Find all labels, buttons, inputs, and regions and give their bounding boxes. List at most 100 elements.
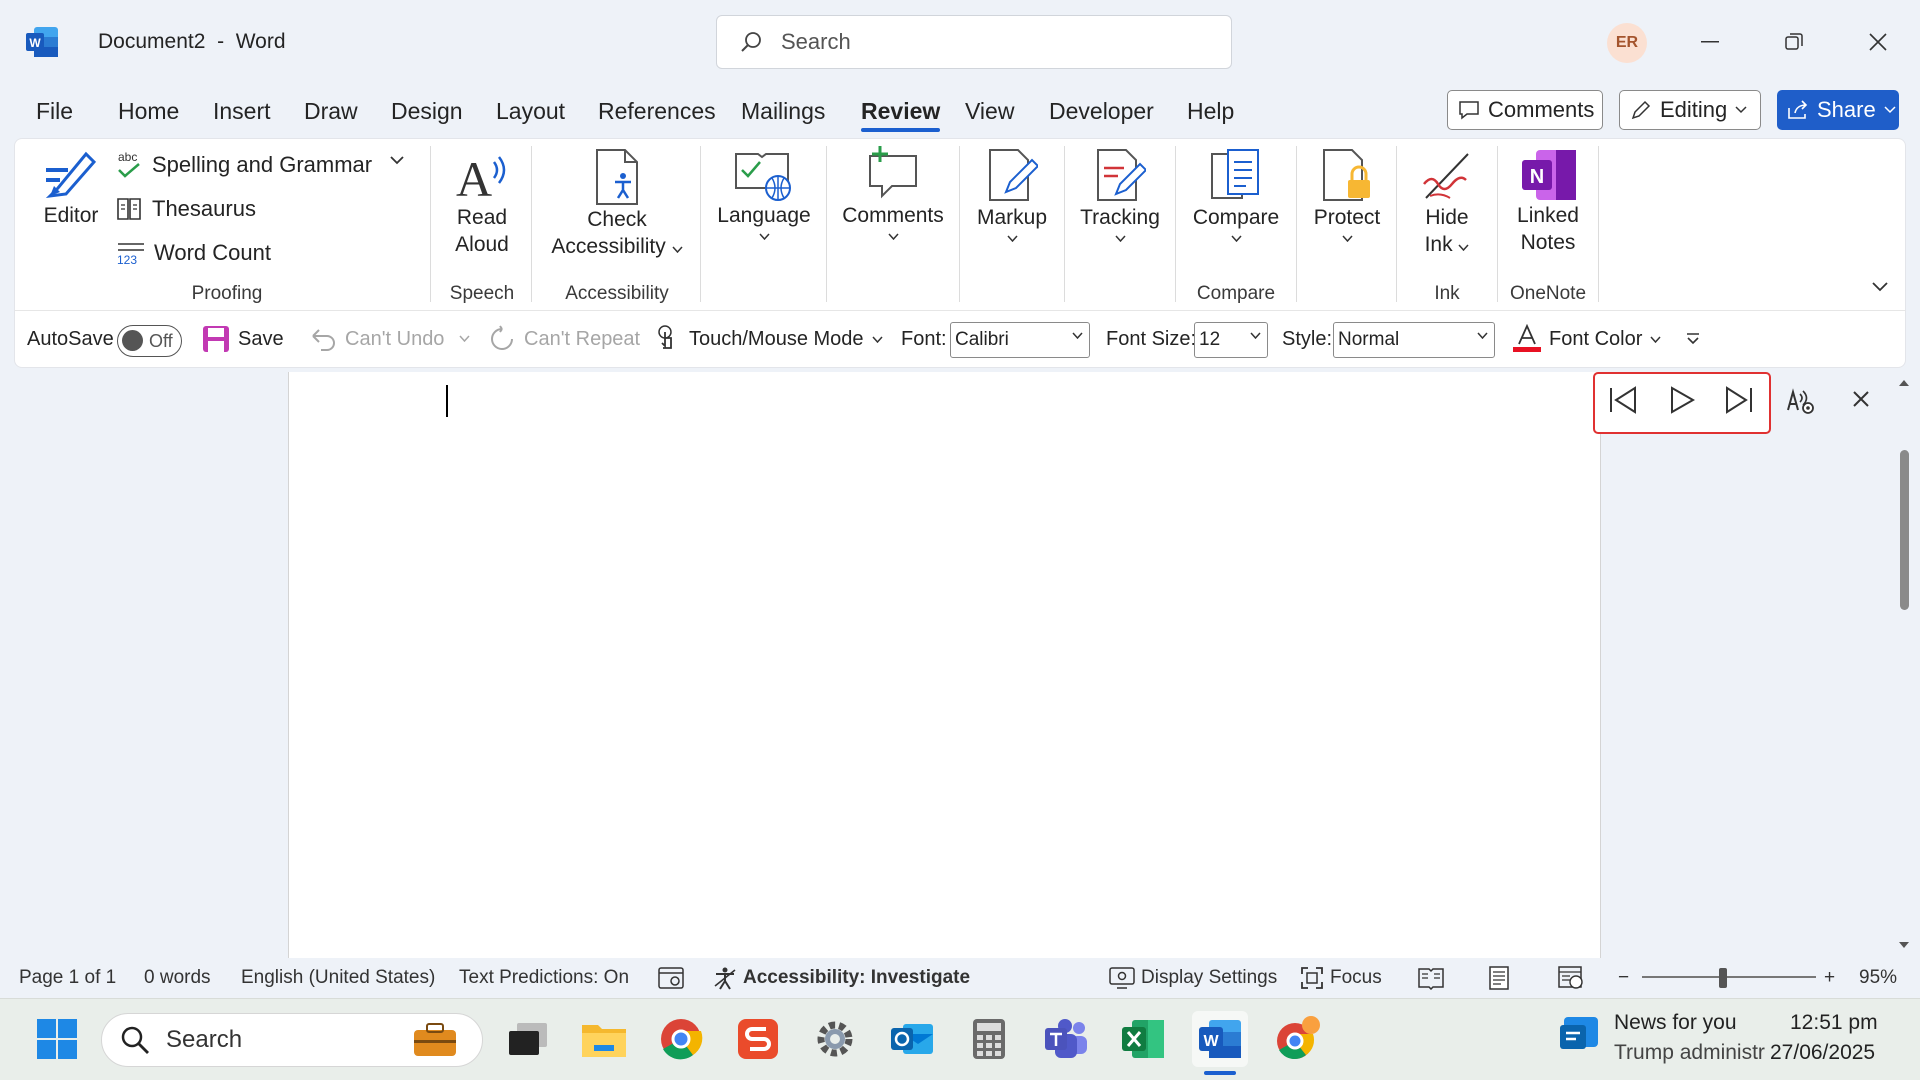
previous-paragraph-button[interactable] (1607, 384, 1639, 416)
macro-recording-icon[interactable] (658, 967, 684, 989)
save-button[interactable]: Save (202, 310, 284, 368)
settings-gear-icon[interactable] (807, 1011, 863, 1067)
font-color-button[interactable]: Font Color (1513, 310, 1661, 368)
clock-time[interactable]: 12:51 pm (1790, 1011, 1878, 1035)
display-settings-button[interactable]: Display Settings (1109, 958, 1277, 998)
close-read-aloud-button[interactable] (1852, 390, 1870, 408)
restore-button[interactable] (1774, 22, 1814, 62)
briefcase-icon (412, 1022, 458, 1058)
news-weather-icon[interactable] (1558, 1013, 1602, 1057)
repeat-label: Can't Repeat (524, 327, 641, 350)
protect-button[interactable]: Protect (1306, 146, 1388, 242)
vertical-scrollbar[interactable] (1895, 372, 1913, 958)
outlook-icon[interactable] (884, 1011, 940, 1067)
editing-mode-button[interactable]: Editing (1619, 90, 1761, 130)
tab-draw[interactable]: Draw (304, 84, 358, 138)
font-select[interactable]: Calibri (950, 322, 1090, 358)
spelling-grammar-button[interactable]: abc Spelling and Grammar (116, 150, 372, 180)
tab-references[interactable]: References (598, 84, 716, 138)
word-count-status[interactable]: 0 words (144, 958, 211, 998)
compare-documents-icon (1208, 148, 1286, 204)
proofing-group-label: Proofing (191, 283, 263, 304)
teams-icon[interactable] (1038, 1011, 1094, 1067)
chrome-icon[interactable] (653, 1011, 709, 1067)
touch-mouse-mode-button[interactable]: Touch/Mouse Mode (655, 310, 883, 368)
thesaurus-button[interactable]: Thesaurus (116, 196, 256, 222)
zoom-in-button[interactable]: + (1824, 958, 1835, 998)
undo-label: Can't Undo (345, 327, 445, 350)
zoom-level[interactable]: 95% (1859, 958, 1897, 998)
tab-developer[interactable]: Developer (1049, 84, 1154, 138)
language-button[interactable]: Language (712, 148, 816, 240)
autosave-toggle[interactable]: Off (117, 325, 182, 357)
zoom-slider-track[interactable] (1642, 976, 1816, 978)
word-taskbar-icon[interactable]: W (1192, 1011, 1248, 1067)
hide-label: Hide (1425, 206, 1469, 229)
read-aloud-button[interactable]: A Read Aloud (442, 148, 522, 258)
markup-button[interactable]: Markup (970, 146, 1054, 242)
word-count-button[interactable]: 123 Word Count (116, 240, 271, 266)
editor-button[interactable]: Editor (36, 148, 106, 229)
title-bar: W Document2 - Word Search ER (0, 0, 1920, 84)
undo-button[interactable]: Can't Undo (309, 310, 444, 368)
accessibility-status[interactable]: Accessibility: Investigate (713, 958, 970, 998)
collapse-ribbon-chevron-icon[interactable] (1872, 282, 1888, 292)
document-page[interactable] (288, 372, 1601, 958)
tab-layout[interactable]: Layout (496, 84, 565, 138)
calculator-icon[interactable] (961, 1011, 1017, 1067)
ink-group-label: Ink (1434, 283, 1460, 304)
focus-mode-button[interactable]: Focus (1300, 958, 1382, 998)
linked-notes-button[interactable]: N Linked Notes (1506, 148, 1590, 256)
text-predictions-status[interactable]: Text Predictions: On (459, 958, 629, 998)
wps-office-icon[interactable] (730, 1011, 786, 1067)
read-aloud-settings-icon[interactable] (1786, 386, 1816, 416)
repeat-button[interactable]: Can't Repeat (488, 310, 640, 368)
tab-insert[interactable]: Insert (213, 84, 271, 138)
font-value: Calibri (955, 329, 1009, 350)
news-title[interactable]: News for you (1614, 1011, 1737, 1035)
customize-toolbar-icon[interactable] (1686, 332, 1700, 346)
tab-review[interactable]: Review (861, 84, 941, 138)
zoom-out-button[interactable]: − (1618, 958, 1629, 998)
check-accessibility-button[interactable]: Check Accessibility (544, 148, 690, 260)
style-select[interactable]: Normal (1333, 322, 1495, 358)
focus-label: Focus (1330, 967, 1382, 988)
file-explorer-icon[interactable] (576, 1011, 632, 1067)
tab-home[interactable]: Home (118, 84, 179, 138)
hide-ink-button[interactable]: Hide Ink (1406, 148, 1488, 258)
user-avatar[interactable]: ER (1607, 23, 1647, 63)
spelling-dropdown-chevron-icon[interactable] (390, 156, 404, 165)
tab-design[interactable]: Design (391, 84, 463, 138)
clock-date[interactable]: 27/06/2025 (1770, 1041, 1875, 1065)
chrome-profile-icon[interactable] (1269, 1011, 1325, 1067)
tab-help[interactable]: Help (1187, 84, 1234, 138)
close-window-button[interactable] (1858, 22, 1898, 62)
tab-view[interactable]: View (965, 84, 1014, 138)
aloud-label: Aloud (455, 233, 509, 256)
windows-start-icon[interactable] (29, 1011, 85, 1067)
taskbar-search[interactable]: Search (101, 1013, 483, 1067)
minimize-button[interactable] (1690, 22, 1730, 62)
comments-ribbon-button[interactable]: Comments (838, 144, 948, 240)
language-status[interactable]: English (United States) (241, 958, 435, 998)
compare-button[interactable]: Compare (1186, 148, 1286, 242)
comments-top-button[interactable]: Comments (1447, 90, 1603, 130)
zoom-slider-thumb[interactable] (1719, 968, 1727, 988)
font-size-select[interactable]: 12 (1194, 322, 1268, 358)
book-icon (116, 196, 144, 222)
group-separator (826, 146, 827, 302)
share-button[interactable]: Share (1777, 90, 1899, 130)
page-count[interactable]: Page 1 of 1 (19, 958, 116, 998)
next-paragraph-button[interactable] (1723, 384, 1755, 416)
tab-mailings[interactable]: Mailings (741, 84, 825, 138)
accessibility-group-label: Accessibility (565, 283, 669, 304)
undo-dropdown-chevron-icon[interactable] (459, 335, 470, 342)
play-button[interactable] (1666, 384, 1698, 416)
excel-icon[interactable] (1115, 1011, 1171, 1067)
tab-file[interactable]: File (36, 84, 73, 138)
language-globe-icon (734, 148, 816, 202)
task-view-icon[interactable] (500, 1011, 556, 1067)
tracking-button[interactable]: Tracking (1076, 146, 1164, 242)
title-search-box[interactable]: Search (716, 15, 1232, 69)
news-subtitle[interactable]: Trump administr (1614, 1041, 1765, 1065)
